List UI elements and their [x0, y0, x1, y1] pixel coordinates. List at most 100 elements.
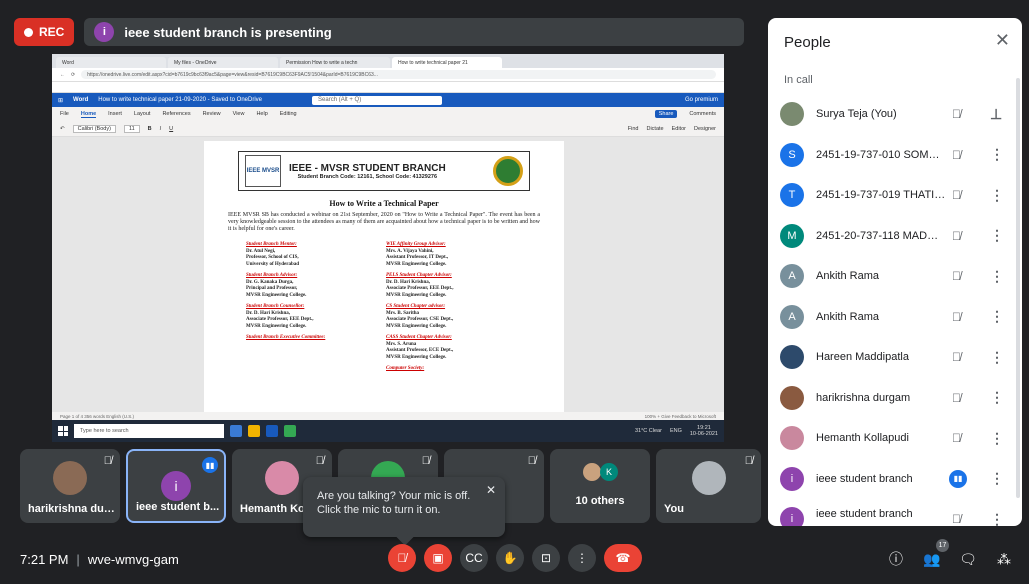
mic-off-icon[interactable]: 🎙̸	[952, 350, 961, 364]
section-line: University of Hyderabad	[246, 261, 300, 267]
editor-button[interactable]: Editor	[672, 126, 686, 132]
apps-grid-icon[interactable]: ⊞	[58, 97, 63, 104]
designer-button[interactable]: Designer	[694, 126, 716, 132]
font-name-select[interactable]: Calibri (Body)	[72, 124, 116, 133]
present-button[interactable]: ⊡	[532, 544, 560, 572]
mic-off-icon: 🎙̸	[527, 455, 536, 467]
mic-off-icon[interactable]: 🎙̸	[952, 310, 961, 324]
camera-toggle-button[interactable]: ▣	[424, 544, 452, 572]
meeting-code[interactable]: wve-wmvg-gam	[88, 552, 179, 567]
mic-off-icon[interactable]: 🎙̸	[952, 229, 961, 243]
mic-off-icon[interactable]: 🎙̸	[952, 148, 961, 162]
more-vert-icon[interactable]: ⋮	[990, 430, 1004, 447]
browser-tab-active[interactable]: How to write technical paper 21	[392, 57, 502, 68]
browser-tab[interactable]: Permission How to write a techn	[280, 57, 390, 68]
mic-off-icon[interactable]: 🎙̸	[952, 188, 961, 202]
participant-row[interactable]: T 2451-19-737-019 THATI RI... 🎙̸ ⋮	[768, 175, 1022, 216]
word-search-input[interactable]: Search (Alt + Q)	[312, 95, 443, 105]
taskbar-app-icon[interactable]	[230, 425, 242, 437]
url-field[interactable]: https://onedrive.live.com/edit.aspx?cid=…	[81, 70, 716, 79]
self-photo	[691, 461, 726, 495]
more-vert-icon[interactable]: ⋮	[990, 268, 1004, 285]
word-app-name: Word	[73, 97, 89, 103]
ribbon-tab[interactable]: File	[60, 111, 69, 117]
go-premium-link[interactable]: Go premium	[685, 97, 718, 103]
participant-row[interactable]: A Ankith Rama 🎙̸ ⋮	[768, 297, 1022, 338]
participant-row[interactable]: Surya Teja (You) 🎙̸ ⊥	[768, 94, 1022, 135]
find-button[interactable]: Find	[628, 126, 639, 132]
leave-call-button[interactable]: ☎	[604, 544, 642, 572]
ribbon-tab[interactable]: View	[233, 111, 245, 117]
mic-toggle-button[interactable]: 🎙̸	[388, 544, 416, 572]
taskbar-app-icon[interactable]	[248, 425, 260, 437]
activities-button[interactable]: ⁂	[993, 548, 1015, 570]
mic-off-icon[interactable]: 🎙̸	[952, 512, 961, 526]
ribbon-tab[interactable]: Layout	[134, 111, 151, 117]
ribbon-tab-home[interactable]: Home	[80, 111, 97, 118]
more-vert-icon[interactable]: ⋮	[990, 511, 1004, 526]
ribbon-tab[interactable]: Help	[256, 111, 267, 117]
underline-icon[interactable]: U	[169, 126, 173, 132]
participant-row[interactable]: Hemanth Kollapudi 🎙̸ ⋮	[768, 418, 1022, 459]
document-page[interactable]: IEEE MVSR IEEE - MVSR STUDENT BRANCH Stu…	[204, 141, 564, 412]
more-vert-icon[interactable]: ⋮	[990, 470, 1004, 487]
raise-hand-button[interactable]: ✋	[496, 544, 524, 572]
dictate-button[interactable]: Dictate	[646, 126, 663, 132]
section-line: MVSR Engineering College.	[246, 323, 307, 329]
document-name[interactable]: How to write technical paper 21-09-2020 …	[98, 97, 262, 103]
participant-row[interactable]: Hareen Maddipatla 🎙̸ ⋮	[768, 337, 1022, 378]
browser-tab[interactable]: Word	[56, 57, 166, 68]
recording-indicator[interactable]: REC	[14, 18, 75, 46]
editing-mode[interactable]: Editing	[280, 111, 297, 117]
comments-button[interactable]: Comments	[689, 111, 716, 117]
participant-row[interactable]: M 2451-20-737-118 MADUM... 🎙̸ ⋮	[768, 216, 1022, 257]
bold-icon[interactable]: B	[148, 126, 152, 132]
close-icon[interactable]: ✕	[995, 30, 1010, 51]
taskbar-app-icon[interactable]	[266, 425, 278, 437]
back-icon[interactable]: ←	[60, 72, 65, 78]
more-vert-icon[interactable]: ⋮	[990, 227, 1004, 244]
more-vert-icon[interactable]: ⋮	[990, 349, 1004, 366]
ribbon-tab[interactable]: Insert	[108, 111, 122, 117]
participant-photo	[780, 426, 804, 451]
self-tile[interactable]: 🎙̸ You	[656, 449, 761, 523]
more-vert-icon[interactable]: ⋮	[990, 389, 1004, 406]
font-size-select[interactable]: 11	[123, 124, 140, 133]
participant-row[interactable]: harikrishna durgam 🎙̸ ⋮	[768, 378, 1022, 419]
more-options-button[interactable]: ⋮	[568, 544, 596, 572]
pin-icon[interactable]: ⊥	[990, 106, 1002, 123]
more-vert-icon[interactable]: ⋮	[990, 146, 1004, 163]
people-button[interactable]: 👥 17	[921, 539, 949, 570]
participant-row[interactable]: S 2451-19-737-010 SOMAR... 🎙̸ ⋮	[768, 135, 1022, 176]
mic-off-icon[interactable]: 🎙̸	[952, 431, 961, 445]
participant-row[interactable]: A Ankith Rama 🎙̸ ⋮	[768, 256, 1022, 297]
participant-tile[interactable]: 🎙̸ harikrishna dur...	[20, 449, 120, 523]
captions-button[interactable]: CC	[460, 544, 488, 572]
meeting-details-button[interactable]: ⓘ	[885, 548, 907, 570]
taskbar-app-icon[interactable]	[284, 425, 296, 437]
windows-start-icon[interactable]	[58, 426, 68, 436]
ribbon-toolbar: ↶ Calibri (Body) 11 B I U Find Dictate E…	[52, 121, 724, 137]
ribbon-tab[interactable]: Review	[203, 111, 221, 117]
mic-off-icon[interactable]: 🎙̸	[952, 391, 961, 405]
participant-row[interactable]: i ieee student branch ▮▮ ⋮	[768, 459, 1022, 500]
refresh-icon[interactable]: ⟳	[71, 72, 75, 78]
word-title-bar: ⊞ Word How to write technical paper 21-0…	[52, 93, 724, 107]
taskbar-search[interactable]: Type here to search	[74, 424, 224, 438]
browser-tab[interactable]: My files - OneDrive	[168, 57, 278, 68]
ribbon-tab[interactable]: References	[162, 111, 190, 117]
mic-off-icon[interactable]: 🎙̸	[952, 269, 961, 283]
participant-tile-active[interactable]: ▮▮ i ieee student b...	[126, 449, 226, 523]
participant-row[interactable]: i ieee student branch Presentation 🎙̸ ⋮	[768, 499, 1022, 526]
panel-scrollbar[interactable]	[1016, 78, 1020, 498]
more-vert-icon[interactable]: ⋮	[990, 308, 1004, 325]
share-button[interactable]: Share	[654, 110, 678, 118]
undo-icon[interactable]: ↶	[60, 126, 65, 132]
mic-off-icon[interactable]: 🎙̸	[952, 107, 961, 121]
more-vert-icon[interactable]: ⋮	[990, 187, 1004, 204]
chat-button[interactable]: 🗨	[957, 548, 979, 570]
close-icon[interactable]: ✕	[486, 483, 496, 497]
italic-icon[interactable]: I	[160, 126, 162, 132]
others-tile[interactable]: K 10 others	[550, 449, 650, 523]
participant-name: Surya Teja (You)	[816, 108, 897, 121]
